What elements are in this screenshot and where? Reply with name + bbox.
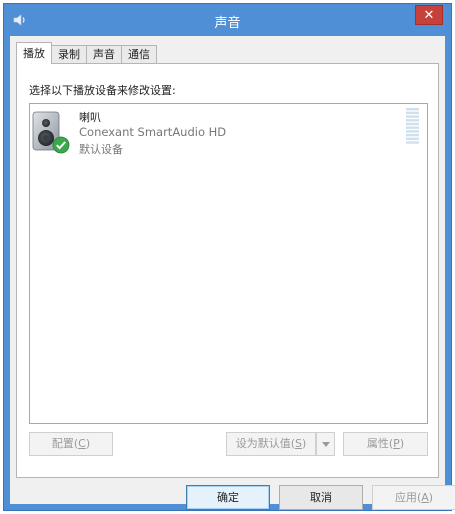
set-default-button[interactable]: 设为默认值(S) xyxy=(226,432,316,456)
level-meter-segment xyxy=(406,108,419,111)
device-list[interactable]: 喇叭 Conexant SmartAudio HD 默认设备 xyxy=(29,103,428,424)
volume-level-meter xyxy=(406,108,419,144)
properties-label: 属性 xyxy=(366,437,389,450)
level-meter-segment xyxy=(406,111,419,115)
default-check-icon xyxy=(52,136,70,154)
tab-sounds[interactable]: 声音 xyxy=(86,45,122,64)
cancel-button[interactable]: 取消 xyxy=(279,485,363,510)
level-meter-segment xyxy=(406,119,419,122)
device-row[interactable]: 喇叭 Conexant SmartAudio HD 默认设备 xyxy=(30,104,427,168)
configure-button[interactable]: 配置(C) xyxy=(29,432,113,456)
level-meter-segment xyxy=(406,115,419,118)
tab-strip: 播放 录制 声音 通信 xyxy=(16,42,157,64)
configure-accesskey: C xyxy=(78,437,86,450)
set-default-label: 设为默认值 xyxy=(235,437,291,450)
close-icon: ✕ xyxy=(423,8,435,23)
level-meter-segment xyxy=(406,133,419,137)
instruction-label: 选择以下播放设备来修改设置: xyxy=(29,84,176,97)
device-name: 喇叭 xyxy=(79,111,101,124)
level-meter-segment xyxy=(406,126,419,129)
device-driver: Conexant SmartAudio HD xyxy=(79,125,227,139)
dialog-client: 播放 录制 声音 通信 选择以下播放设备来修改设置: 喇叭 Conexant S… xyxy=(10,36,455,510)
level-meter-segment xyxy=(406,137,419,140)
device-status: 默认设备 xyxy=(79,143,123,156)
level-meter-segment xyxy=(406,141,419,144)
close-button[interactable]: ✕ xyxy=(415,5,443,25)
properties-button[interactable]: 属性(P) xyxy=(343,432,428,456)
level-meter-segment xyxy=(406,122,419,126)
tab-playback[interactable]: 播放 xyxy=(16,42,52,64)
window-title: 声音 xyxy=(214,16,241,31)
sound-dialog: 声音 ✕ 播放 录制 声音 通信 选择以下播放设备来修改设置: 喇叭 Conex… xyxy=(3,3,455,511)
tab-recording[interactable]: 录制 xyxy=(51,45,87,64)
chevron-down-icon xyxy=(321,442,330,447)
title-bar[interactable]: 声音 ✕ xyxy=(4,4,451,36)
level-meter-segment xyxy=(406,130,419,133)
configure-label: 配置 xyxy=(51,437,74,450)
tab-communications[interactable]: 通信 xyxy=(121,45,157,64)
ok-button[interactable]: 确定 xyxy=(186,485,270,510)
set-default-accesskey: S xyxy=(295,437,302,450)
apply-button[interactable]: 应用(A) xyxy=(372,485,455,510)
playback-panel: 选择以下播放设备来修改设置: 喇叭 Conexant SmartAudio HD… xyxy=(16,63,439,478)
apply-accesskey: A xyxy=(421,491,429,504)
apply-label: 应用 xyxy=(394,491,417,504)
properties-accesskey: P xyxy=(393,437,400,450)
set-default-dropdown-button[interactable] xyxy=(316,432,335,456)
